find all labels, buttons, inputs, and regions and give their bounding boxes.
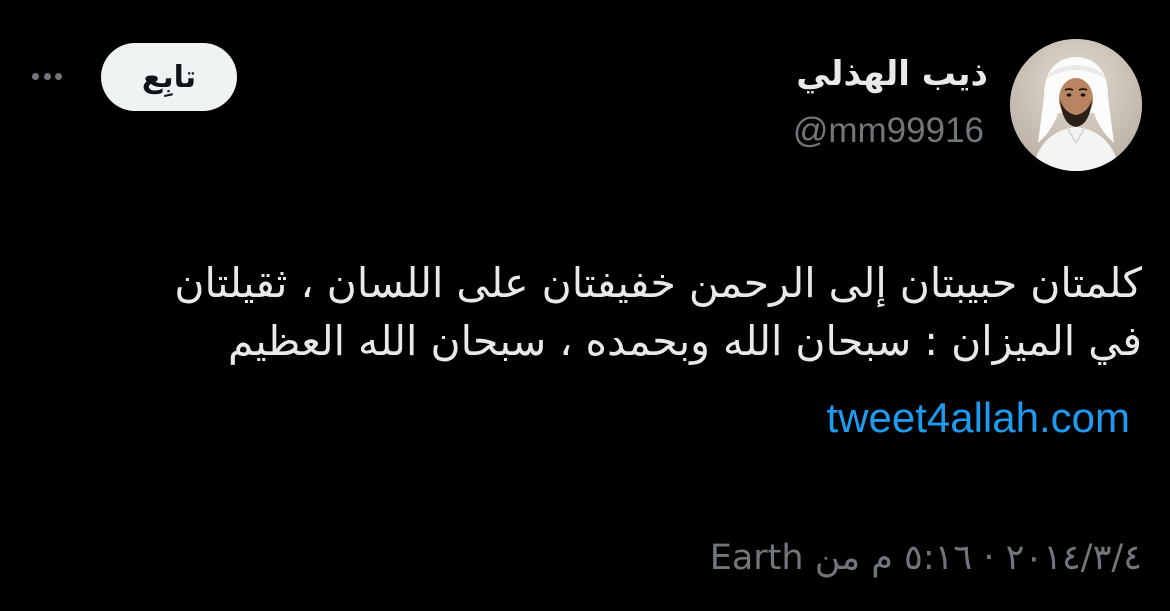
- tweet-line: كلمتان حبيبتان إلى الرحمن خفيفتان على ال…: [174, 259, 1142, 307]
- tweet-body: كلمتان حبيبتان إلى الرحمن خفيفتان على ال…: [32, 254, 1142, 370]
- dot: [32, 72, 39, 80]
- tweet-card: ذيب الهذلي @mm99916 تابِع كلمتان حبيبتان…: [0, 0, 1170, 611]
- dot: [43, 72, 51, 80]
- follow-button[interactable]: تابِع: [101, 43, 237, 111]
- author-handle[interactable]: @mm99916: [793, 109, 984, 153]
- dot: [55, 72, 62, 80]
- avatar[interactable]: [1010, 39, 1142, 171]
- tweet-line: في الميزان : سبحان الله وبحمده ، سبحان ا…: [228, 317, 1142, 365]
- profile-photo-icon: [1010, 39, 1142, 171]
- tweet-timestamp[interactable]: ٢٠١٤/٣/٤ · ٥:١٦ م من Earth: [710, 535, 1142, 581]
- author-display-name[interactable]: ذيب الهذلي: [796, 52, 988, 96]
- more-horizontal-icon[interactable]: [32, 66, 62, 86]
- tweet-link[interactable]: tweet4allah.com: [827, 390, 1131, 446]
